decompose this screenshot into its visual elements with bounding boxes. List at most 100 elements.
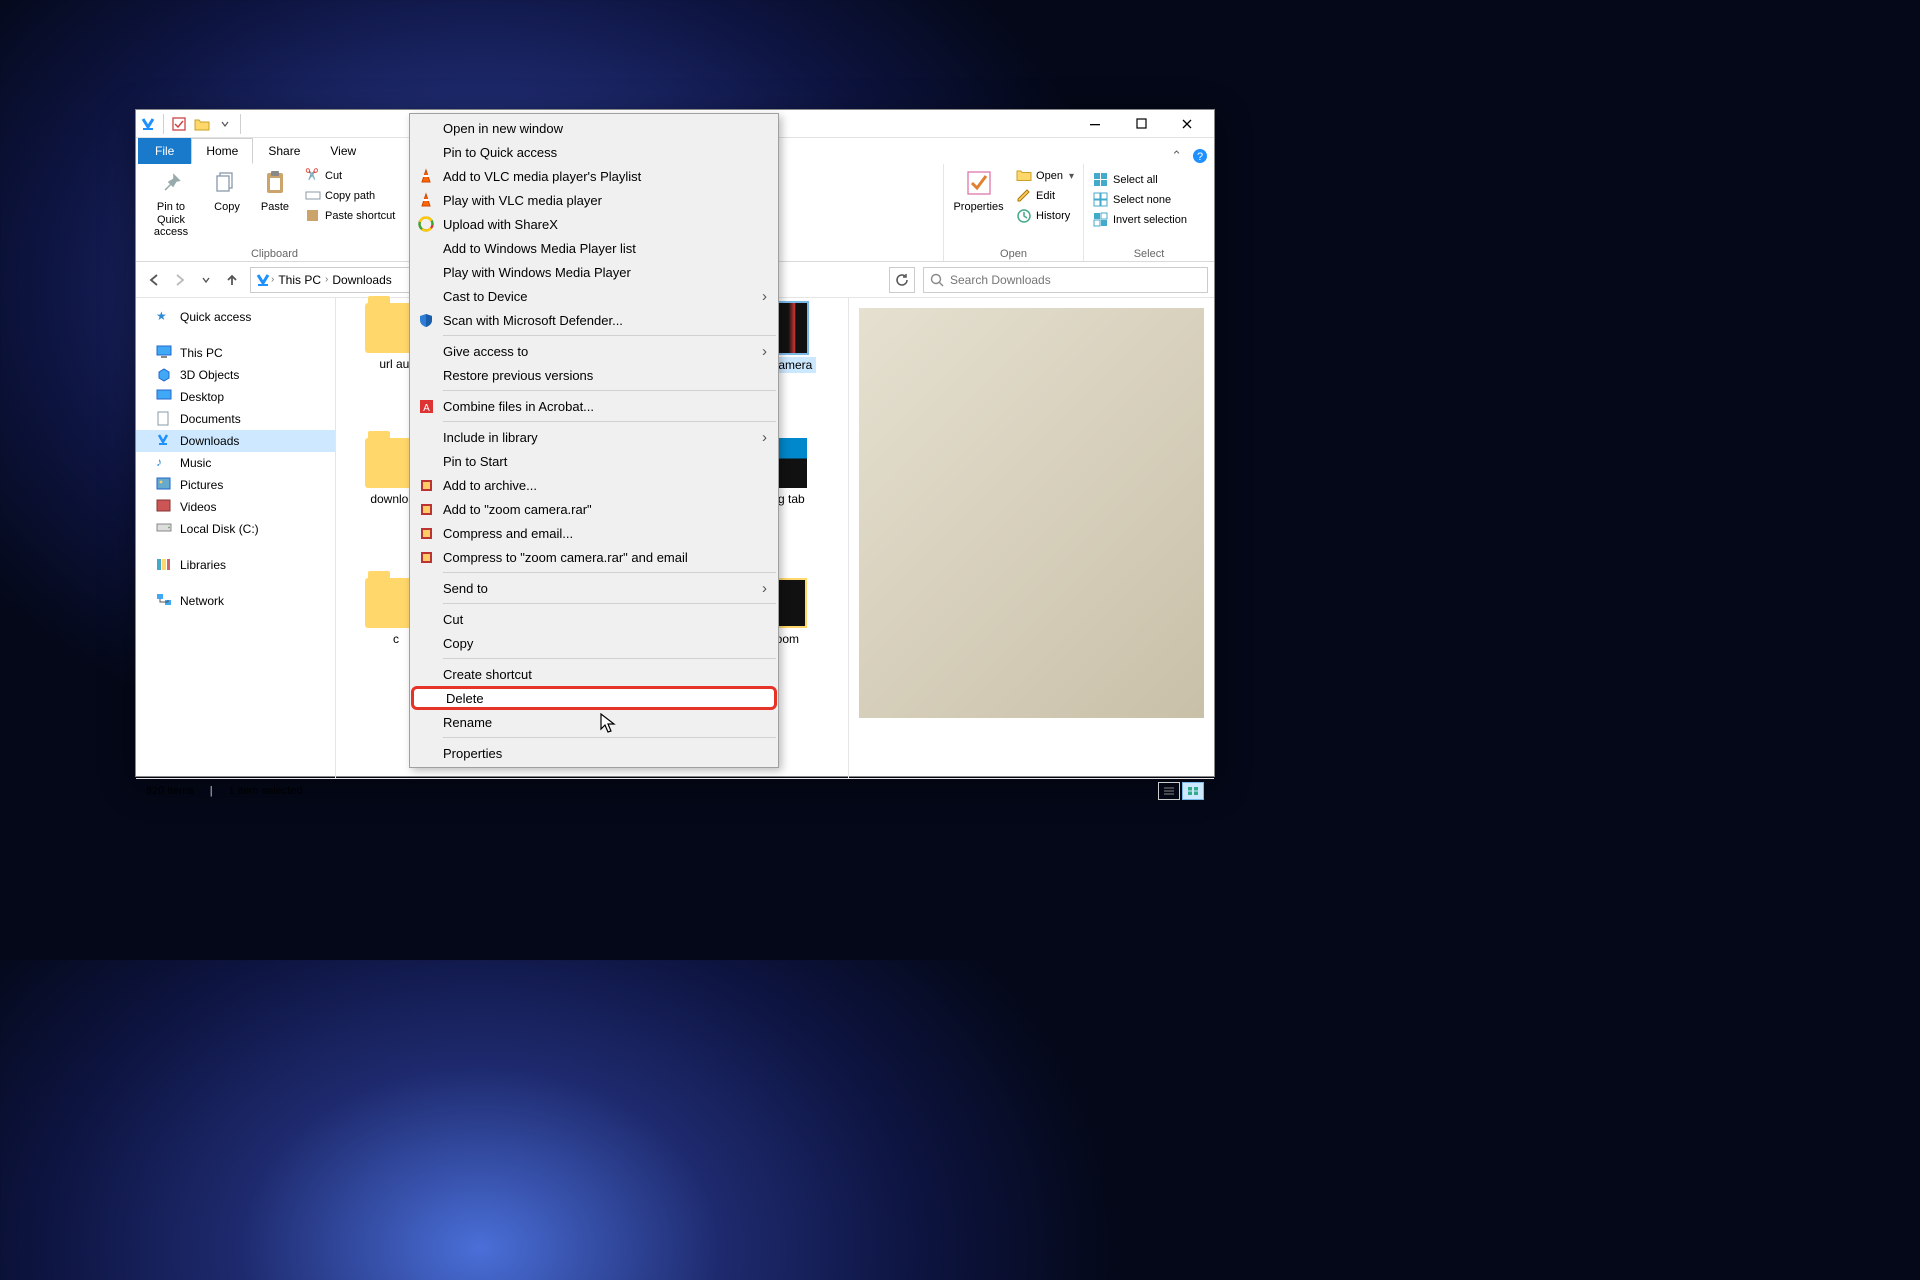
music-icon: ♪ (156, 455, 172, 471)
ctx-defender-scan[interactable]: Scan with Microsoft Defender... (411, 308, 777, 332)
view-switcher (1158, 782, 1204, 800)
qat-newfolder-icon[interactable] (194, 116, 210, 132)
ctx-wmp-add[interactable]: Add to Windows Media Player list (411, 236, 777, 260)
invert-selection-button[interactable]: Invert selection (1090, 211, 1190, 229)
ctx-copy[interactable]: Copy (411, 631, 777, 655)
copy-icon (211, 167, 243, 199)
open-folder-icon (1016, 168, 1032, 184)
collapse-ribbon-icon[interactable]: ⌃ (1171, 148, 1182, 164)
ctx-create-shortcut[interactable]: Create shortcut (411, 662, 777, 686)
ctx-properties[interactable]: Properties (411, 741, 777, 765)
sidebar-item-downloads[interactable]: Downloads (136, 430, 335, 452)
sidebar-item-documents[interactable]: Documents (136, 408, 335, 430)
label: Edit (1036, 190, 1055, 202)
label: History (1036, 210, 1070, 222)
search-input[interactable] (950, 273, 1201, 287)
close-button[interactable] (1164, 110, 1210, 138)
sidebar-libraries[interactable]: Libraries (136, 554, 335, 576)
ribbon-group-select: Select all Select none Invert selection … (1084, 164, 1214, 261)
ctx-pin-to-start[interactable]: Pin to Start (411, 449, 777, 473)
ctx-add-to-rar[interactable]: Add to "zoom camera.rar" (411, 497, 777, 521)
select-none-button[interactable]: Select none (1090, 191, 1190, 209)
recent-dropdown[interactable] (194, 268, 218, 292)
qat-properties-icon[interactable] (171, 116, 187, 132)
selection-count: 1 item selected (229, 785, 303, 797)
refresh-button[interactable] (889, 267, 915, 293)
label: Paste shortcut (325, 210, 395, 222)
sidebar-item-3d-objects[interactable]: 3D Objects (136, 364, 335, 386)
documents-icon (156, 411, 172, 427)
breadcrumb-downloads[interactable]: Downloads (328, 273, 395, 287)
ctx-cut[interactable]: Cut (411, 607, 777, 631)
maximize-button[interactable] (1118, 110, 1164, 138)
select-all-button[interactable]: Select all (1090, 171, 1190, 189)
ctx-add-to-archive[interactable]: Add to archive... (411, 473, 777, 497)
forward-button[interactable] (168, 268, 192, 292)
sidebar-this-pc[interactable]: This PC (136, 342, 335, 364)
invert-selection-icon (1093, 212, 1109, 228)
ctx-include-library[interactable]: Include in library (411, 425, 777, 449)
paste-shortcut-button[interactable]: Paste shortcut (302, 207, 398, 225)
ctx-pin-quick-access[interactable]: Pin to Quick access (411, 140, 777, 164)
sidebar-item-desktop[interactable]: Desktop (136, 386, 335, 408)
tab-view[interactable]: View (315, 138, 371, 164)
history-icon (1016, 208, 1032, 224)
tab-file[interactable]: File (138, 138, 191, 164)
tab-share[interactable]: Share (253, 138, 315, 164)
back-button[interactable] (142, 268, 166, 292)
minimize-button[interactable] (1072, 110, 1118, 138)
ctx-compress-rar-email[interactable]: Compress to "zoom camera.rar" and email (411, 545, 777, 569)
history-button[interactable]: History (1013, 207, 1077, 225)
ribbon-group-open: Properties Open▾ Edit History Open (944, 164, 1084, 261)
ctx-wmp-play[interactable]: Play with Windows Media Player (411, 260, 777, 284)
pin-quick-access-button[interactable]: Pin to Quick access (142, 167, 200, 239)
open-button[interactable]: Open▾ (1013, 167, 1077, 185)
paste-button[interactable]: Paste (254, 167, 296, 214)
properties-button[interactable]: Properties (950, 167, 1007, 214)
help-icon[interactable]: ? (1192, 148, 1208, 164)
sidebar-item-pictures[interactable]: Pictures (136, 474, 335, 496)
ctx-delete[interactable]: Delete (411, 686, 777, 710)
cut-button[interactable]: ✂️Cut (302, 167, 398, 185)
tab-home[interactable]: Home (191, 138, 253, 164)
ctx-compress-email[interactable]: Compress and email... (411, 521, 777, 545)
separator (443, 335, 776, 336)
sidebar-item-videos[interactable]: Videos (136, 496, 335, 518)
ctx-vlc-play[interactable]: Play with VLC media player (411, 188, 777, 212)
ctx-cast-to-device[interactable]: Cast to Device (411, 284, 777, 308)
edit-button[interactable]: Edit (1013, 187, 1077, 205)
ctx-rename[interactable]: Rename (411, 710, 777, 734)
separator (443, 572, 776, 573)
winrar-icon (417, 548, 435, 566)
sidebar-network[interactable]: Network (136, 590, 335, 612)
ctx-send-to[interactable]: Send to (411, 576, 777, 600)
ctx-restore-versions[interactable]: Restore previous versions (411, 363, 777, 387)
ctx-open-new-window[interactable]: Open in new window (411, 116, 777, 140)
ctx-combine-acrobat[interactable]: ACombine files in Acrobat... (411, 394, 777, 418)
ctx-sharex[interactable]: Upload with ShareX (411, 212, 777, 236)
details-view-button[interactable] (1158, 782, 1180, 800)
copy-button[interactable]: Copy (206, 167, 248, 214)
up-button[interactable] (220, 268, 244, 292)
pin-icon (155, 167, 187, 199)
thumbnails-view-button[interactable] (1182, 782, 1204, 800)
down-arrow-icon (140, 116, 156, 132)
preview-pane (848, 298, 1214, 778)
qat-dropdown-icon[interactable] (217, 116, 233, 132)
edit-icon (1016, 188, 1032, 204)
breadcrumb-this-pc[interactable]: This PC (274, 273, 325, 287)
label: 3D Objects (180, 368, 239, 382)
sidebar-quick-access[interactable]: ★Quick access (136, 306, 335, 328)
winrar-icon (417, 500, 435, 518)
desktop-icon (156, 389, 172, 405)
label: Pin to Quick access (142, 201, 200, 239)
ctx-give-access-to[interactable]: Give access to (411, 339, 777, 363)
sidebar-item-local-disk[interactable]: Local Disk (C:) (136, 518, 335, 540)
label: Copy (214, 201, 240, 214)
sidebar-item-music[interactable]: ♪Music (136, 452, 335, 474)
copy-path-button[interactable]: Copy path (302, 187, 398, 205)
videos-icon (156, 499, 172, 515)
search-box[interactable] (923, 267, 1208, 293)
ctx-vlc-add[interactable]: Add to VLC media player's Playlist (411, 164, 777, 188)
group-label: Clipboard (142, 246, 407, 261)
